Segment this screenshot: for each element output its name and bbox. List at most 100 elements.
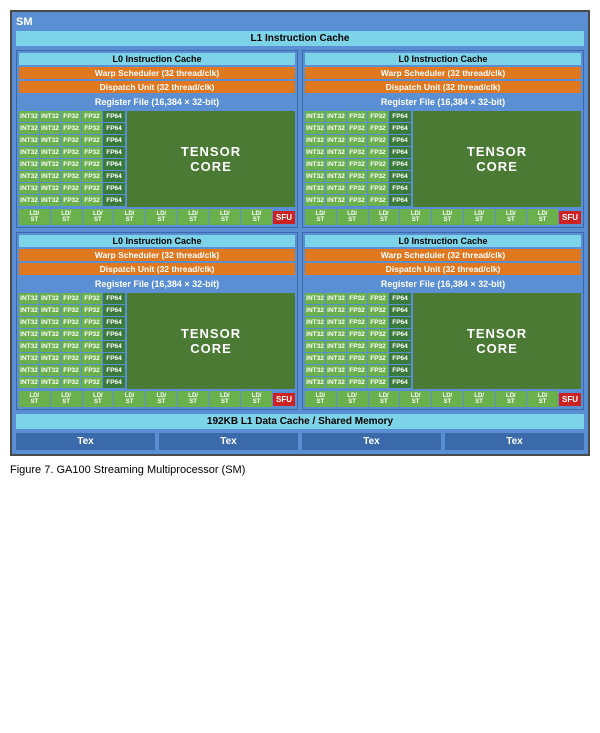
fp32-cell: FP32 bbox=[347, 329, 367, 340]
fp32-cell: FP32 bbox=[61, 341, 81, 352]
fp64-cell: FP64 bbox=[103, 365, 125, 376]
cuda-row: INT32INT32FP32FP32FP64 bbox=[19, 147, 125, 158]
ld-st-cell: LD/ST bbox=[369, 391, 400, 407]
int32-cell: INT32 bbox=[40, 195, 60, 206]
fp64-cell: FP64 bbox=[103, 195, 125, 206]
fp64-cell: FP64 bbox=[389, 171, 411, 182]
fp32-cell: FP32 bbox=[368, 341, 388, 352]
int32-cell: INT32 bbox=[326, 317, 346, 328]
ld-st-cell: LD/ST bbox=[527, 391, 558, 407]
fp32-cell: FP32 bbox=[347, 353, 367, 364]
tex-cell-2: Tex bbox=[159, 433, 298, 450]
ld-st-cell: LD/ST bbox=[241, 391, 272, 407]
fp32-cell: FP32 bbox=[368, 171, 388, 182]
quadrant-top-right: L0 Instruction Cache Warp Scheduler (32 … bbox=[302, 50, 584, 228]
bottom-row-tr: LD/ST LD/ST LD/ST LD/ST LD/ST LD/ST LD/S… bbox=[305, 209, 581, 225]
cuda-row: INT32INT32FP32FP32FP64 bbox=[305, 111, 411, 122]
fp32-cell: FP32 bbox=[82, 341, 102, 352]
fp32-cell: FP32 bbox=[368, 135, 388, 146]
tensor-core-label-br: TENSORCORE bbox=[467, 326, 527, 356]
fp32-cell: FP32 bbox=[82, 147, 102, 158]
fp64-cell: FP64 bbox=[389, 317, 411, 328]
fp32-cell: FP32 bbox=[368, 329, 388, 340]
tensor-core-tr: TENSORCORE bbox=[413, 111, 581, 207]
fp32-cell: FP32 bbox=[82, 135, 102, 146]
fp64-cell: FP64 bbox=[103, 135, 125, 146]
fp32-cell: FP32 bbox=[82, 111, 102, 122]
cuda-grid-br: INT32INT32FP32FP32FP64 INT32INT32FP32FP3… bbox=[305, 293, 411, 389]
fp64-cell: FP64 bbox=[103, 353, 125, 364]
fp32-cell: FP32 bbox=[368, 111, 388, 122]
sm-title: SM bbox=[16, 16, 584, 28]
ld-st-cell: LD/ST bbox=[51, 209, 82, 225]
int32-cell: INT32 bbox=[19, 171, 39, 182]
ld-st-cell: LD/ST bbox=[400, 209, 431, 225]
register-file-br: Register File (16,384 × 32-bit) bbox=[305, 277, 581, 291]
bottom-row-tl: LD/ST LD/ST LD/ST LD/ST LD/ST LD/ST LD/S… bbox=[19, 209, 295, 225]
cuda-area-br: INT32INT32FP32FP32FP64 INT32INT32FP32FP3… bbox=[305, 293, 581, 389]
ld-st-cell: LD/ST bbox=[83, 209, 114, 225]
int32-cell: INT32 bbox=[19, 147, 39, 158]
fp64-cell: FP64 bbox=[103, 171, 125, 182]
int32-cell: INT32 bbox=[19, 305, 39, 316]
int32-cell: INT32 bbox=[19, 111, 39, 122]
cuda-row: INT32INT32FP32FP32FP64 bbox=[305, 341, 411, 352]
int32-cell: INT32 bbox=[326, 305, 346, 316]
ld-st-cell: LD/ST bbox=[146, 391, 177, 407]
ld-st-cell: LD/ST bbox=[496, 391, 527, 407]
fp32-cell: FP32 bbox=[368, 305, 388, 316]
ld-st-cell: LD/ST bbox=[178, 209, 209, 225]
int32-cell: INT32 bbox=[19, 293, 39, 304]
cuda-grid-tl: INT32INT32FP32FP32FP64 INT32INT32FP32FP3… bbox=[19, 111, 125, 207]
cuda-row: INT32INT32FP32FP32FP64 bbox=[19, 329, 125, 340]
int32-cell: INT32 bbox=[40, 305, 60, 316]
fp32-cell: FP32 bbox=[347, 341, 367, 352]
ld-st-cell: LD/ST bbox=[19, 209, 50, 225]
tensor-core-label-bl: TENSORCORE bbox=[181, 326, 241, 356]
fp32-cell: FP32 bbox=[82, 317, 102, 328]
int32-cell: INT32 bbox=[305, 365, 325, 376]
warp-scheduler-bl: Warp Scheduler (32 thread/clk) bbox=[19, 249, 295, 261]
ld-st-cell: LD/ST bbox=[51, 391, 82, 407]
fp32-cell: FP32 bbox=[347, 365, 367, 376]
int32-cell: INT32 bbox=[305, 147, 325, 158]
tensor-core-label-tr: TENSORCORE bbox=[467, 144, 527, 174]
fp32-cell: FP32 bbox=[61, 195, 81, 206]
cuda-row: INT32INT32FP32FP32FP64 bbox=[305, 195, 411, 206]
fp32-cell: FP32 bbox=[368, 159, 388, 170]
int32-cell: INT32 bbox=[326, 293, 346, 304]
int32-cell: INT32 bbox=[19, 159, 39, 170]
ld-st-cell: LD/ST bbox=[241, 209, 272, 225]
fp32-cell: FP32 bbox=[61, 183, 81, 194]
cuda-grid-tr: INT32INT32FP32FP32FP64 INT32INT32FP32FP3… bbox=[305, 111, 411, 207]
sfu-cell-tr: SFU bbox=[559, 211, 581, 224]
int32-cell: INT32 bbox=[305, 377, 325, 388]
fp64-cell: FP64 bbox=[389, 329, 411, 340]
cuda-row: INT32INT32FP32FP32FP64 bbox=[305, 123, 411, 134]
int32-cell: INT32 bbox=[305, 293, 325, 304]
int32-cell: INT32 bbox=[40, 317, 60, 328]
ld-st-cell: LD/ST bbox=[83, 391, 114, 407]
fp64-cell: FP64 bbox=[389, 365, 411, 376]
fp64-cell: FP64 bbox=[103, 123, 125, 134]
cuda-row: INT32INT32FP32FP32FP64 bbox=[19, 183, 125, 194]
cuda-row: INT32INT32FP32FP32FP64 bbox=[305, 147, 411, 158]
cuda-row: INT32INT32FP32FP32FP64 bbox=[305, 377, 411, 388]
tex-cell-4: Tex bbox=[445, 433, 584, 450]
ld-st-cell: LD/ST bbox=[114, 391, 145, 407]
l0-cache-tl: L0 Instruction Cache bbox=[19, 53, 295, 65]
cuda-row: INT32INT32FP32FP32FP64 bbox=[305, 317, 411, 328]
fp32-cell: FP32 bbox=[347, 147, 367, 158]
top-quadrants: L0 Instruction Cache Warp Scheduler (32 … bbox=[16, 50, 584, 228]
int32-cell: INT32 bbox=[19, 183, 39, 194]
fp32-cell: FP32 bbox=[61, 293, 81, 304]
int32-cell: INT32 bbox=[40, 123, 60, 134]
sfu-cell-bl: SFU bbox=[273, 393, 295, 406]
int32-cell: INT32 bbox=[305, 159, 325, 170]
fp64-cell: FP64 bbox=[103, 305, 125, 316]
int32-cell: INT32 bbox=[40, 135, 60, 146]
register-file-tr: Register File (16,384 × 32-bit) bbox=[305, 95, 581, 109]
fp32-cell: FP32 bbox=[368, 123, 388, 134]
cuda-row: INT32INT32FP32FP32FP64 bbox=[19, 123, 125, 134]
fp32-cell: FP32 bbox=[347, 305, 367, 316]
